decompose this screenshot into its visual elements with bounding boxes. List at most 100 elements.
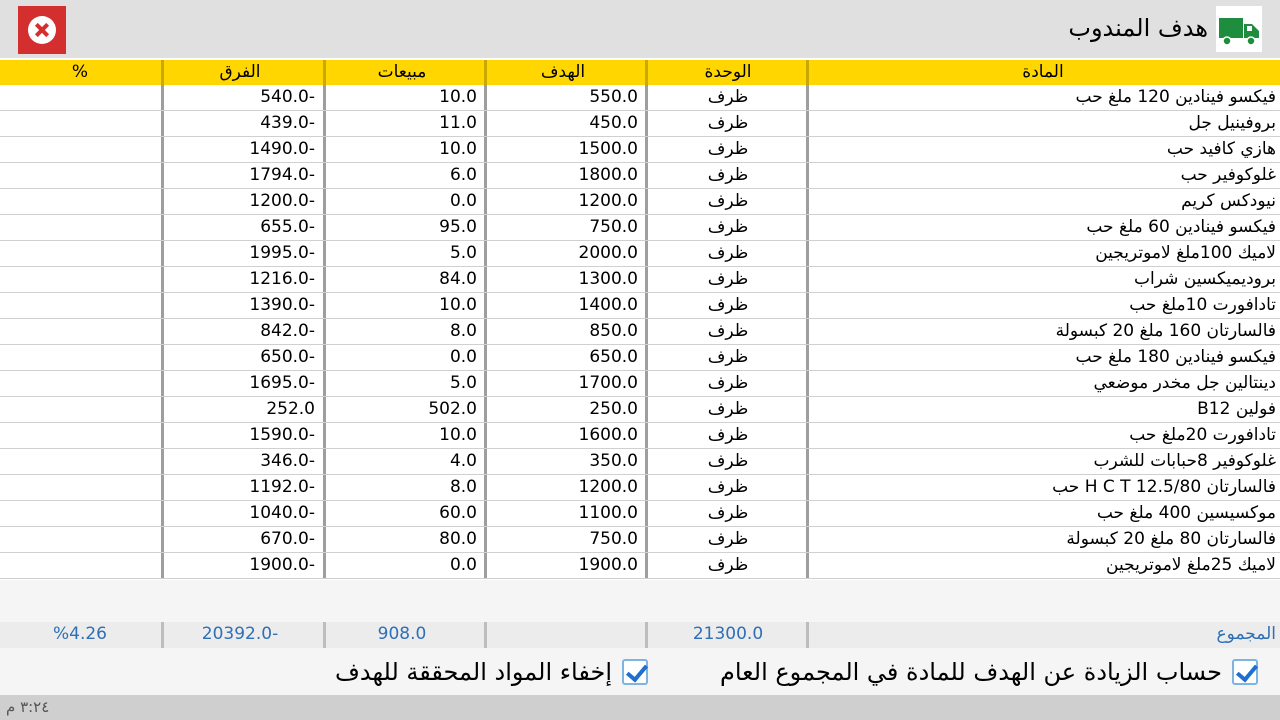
sales-cell: 6.0 xyxy=(449,165,477,185)
target-cell: 250.0 xyxy=(589,399,638,419)
column-divider xyxy=(806,189,809,214)
table-row[interactable]: بروديميكسين شراب ظرف 1300.0 84.0 1216.0- xyxy=(0,267,1280,293)
column-header-item[interactable]: المادة xyxy=(810,60,1276,85)
column-divider xyxy=(323,137,326,162)
column-divider xyxy=(484,397,487,422)
close-button[interactable] xyxy=(18,6,66,54)
column-header-difference[interactable]: الفرق xyxy=(165,60,315,85)
percent-cell xyxy=(0,449,160,474)
column-header-target[interactable]: الهدف xyxy=(488,60,638,85)
percent-cell xyxy=(0,267,160,292)
column-header-sales[interactable]: مبيعات xyxy=(327,60,477,85)
table-row[interactable]: تادافورت 10ملغ حب ظرف 1400.0 10.0 1390.0- xyxy=(0,293,1280,319)
checkbox-checked-icon[interactable] xyxy=(1232,659,1258,685)
system-status-bar: ٣:٢٤ م xyxy=(0,695,1280,720)
column-divider xyxy=(484,85,487,110)
column-divider xyxy=(645,241,648,266)
include-excess-label[interactable]: حساب الزيادة عن الهدف للمادة في المجموع … xyxy=(720,658,1222,686)
column-divider xyxy=(161,622,164,648)
table-row[interactable]: فولين B12 ظرف 250.0 502.0 252.0 xyxy=(0,397,1280,423)
difference-cell: 1695.0- xyxy=(249,373,315,393)
column-divider xyxy=(323,293,326,318)
table-row[interactable]: فالسارتان 80 ملغ 20 كبسولة ظرف 750.0 80.0 67… xyxy=(0,527,1280,553)
column-divider xyxy=(161,423,164,448)
checkbox-checked-icon[interactable] xyxy=(622,659,648,685)
app-header: هدف المندوب xyxy=(0,0,1280,58)
table-row[interactable]: فيكسو فينادين 120 ملغ حب ظرف 550.0 10.0 540.… xyxy=(0,85,1280,111)
sales-cell: 0.0 xyxy=(449,347,477,367)
column-divider xyxy=(645,137,648,162)
column-divider xyxy=(645,111,648,136)
table-row[interactable]: بروفينيل جل ظرف 450.0 11.0 439.0- xyxy=(0,111,1280,137)
column-divider xyxy=(806,423,809,448)
hide-achieved-label[interactable]: إخفاء المواد المحققة للهدف xyxy=(335,658,612,686)
column-divider xyxy=(806,501,809,526)
table-row[interactable]: لاميك 25ملغ لاموتريجين ظرف 1900.0 0.0 1900.0… xyxy=(0,553,1280,579)
target-cell: 650.0 xyxy=(589,347,638,367)
unit-cell: ظرف xyxy=(707,243,749,263)
item-name-cell: بروديميكسين شراب xyxy=(1134,269,1276,289)
table-row[interactable]: فيكسو فينادين 180 ملغ حب ظرف 650.0 0.0 650.0… xyxy=(0,345,1280,371)
column-divider xyxy=(806,241,809,266)
table-row[interactable]: غلوكوفير 8حبابات للشرب ظرف 350.0 4.0 346.0- xyxy=(0,449,1280,475)
difference-cell: 1490.0- xyxy=(249,139,315,159)
column-divider xyxy=(484,163,487,188)
totals-difference: 20392.0- xyxy=(201,624,279,644)
difference-cell: 252.0 xyxy=(266,399,315,419)
column-divider xyxy=(645,527,648,552)
column-divider xyxy=(323,319,326,344)
column-divider xyxy=(323,397,326,422)
close-icon xyxy=(28,16,56,44)
difference-cell: 1390.0- xyxy=(249,295,315,315)
item-name-cell: لاميك 25ملغ لاموتريجين xyxy=(1106,555,1276,575)
include-excess-checkbox[interactable]: حساب الزيادة عن الهدف للمادة في المجموع … xyxy=(720,655,1258,689)
item-name-cell: فيكسو فينادين 60 ملغ حب xyxy=(1086,217,1276,237)
difference-cell: 1995.0- xyxy=(249,243,315,263)
column-divider xyxy=(484,622,487,648)
table-row[interactable]: دينتالين جل مخدر موضعي ظرف 1700.0 5.0 1695.0… xyxy=(0,371,1280,397)
column-divider xyxy=(484,527,487,552)
percent-cell xyxy=(0,189,160,214)
column-divider xyxy=(806,267,809,292)
column-divider xyxy=(161,85,164,110)
totals-sales: 908.0 xyxy=(377,624,427,644)
hide-achieved-checkbox[interactable]: إخفاء المواد المحققة للهدف xyxy=(335,655,648,689)
column-header-unit[interactable]: الوحدة xyxy=(649,60,807,85)
table-row[interactable]: فيكسو فينادين 60 ملغ حب ظرف 750.0 95.0 655.0… xyxy=(0,215,1280,241)
sales-cell: 5.0 xyxy=(449,373,477,393)
table-row[interactable]: موكسيسين 400 ملغ حب ظرف 1100.0 60.0 1040.0- xyxy=(0,501,1280,527)
sales-cell: 60.0 xyxy=(439,503,477,523)
column-divider xyxy=(323,111,326,136)
column-divider xyxy=(806,215,809,240)
target-cell: 2000.0 xyxy=(578,243,638,263)
column-divider xyxy=(161,345,164,370)
column-divider xyxy=(484,137,487,162)
options-bar: حساب الزيادة عن الهدف للمادة في المجموع … xyxy=(0,648,1280,695)
percent-cell xyxy=(0,345,160,370)
target-cell: 1500.0 xyxy=(578,139,638,159)
item-name-cell: غلوكوفير حب xyxy=(1180,165,1276,185)
column-header-percent[interactable]: % xyxy=(0,60,160,85)
column-divider xyxy=(323,553,326,578)
table-row[interactable]: هازي كافيد حب ظرف 1500.0 10.0 1490.0- xyxy=(0,137,1280,163)
unit-cell: ظرف xyxy=(707,87,749,107)
column-divider xyxy=(806,111,809,136)
truck-icon xyxy=(1216,6,1262,52)
sales-cell: 11.0 xyxy=(439,113,477,133)
table-row[interactable]: لاميك 100ملغ لاموتريجين ظرف 2000.0 5.0 1995.… xyxy=(0,241,1280,267)
table-row[interactable]: فالسارتان H C T 12.5/80 حب ظرف 1200.0 8.0 11… xyxy=(0,475,1280,501)
column-divider xyxy=(806,553,809,578)
table-row[interactable]: تادافورت 20ملغ حب ظرف 1600.0 10.0 1590.0- xyxy=(0,423,1280,449)
table-row[interactable]: غلوكوفير حب ظرف 1800.0 6.0 1794.0- xyxy=(0,163,1280,189)
column-divider xyxy=(806,163,809,188)
column-divider xyxy=(323,371,326,396)
table-row[interactable]: نيودكس كريم ظرف 1200.0 0.0 1200.0- xyxy=(0,189,1280,215)
column-divider xyxy=(484,215,487,240)
table-row[interactable]: فالسارتان 160 ملغ 20 كبسولة ظرف 850.0 8.0 84… xyxy=(0,319,1280,345)
totals-target: 21300.0 xyxy=(692,624,764,644)
column-divider xyxy=(484,267,487,292)
column-divider xyxy=(806,449,809,474)
unit-cell: ظرف xyxy=(707,347,749,367)
column-divider xyxy=(645,501,648,526)
column-divider xyxy=(484,501,487,526)
